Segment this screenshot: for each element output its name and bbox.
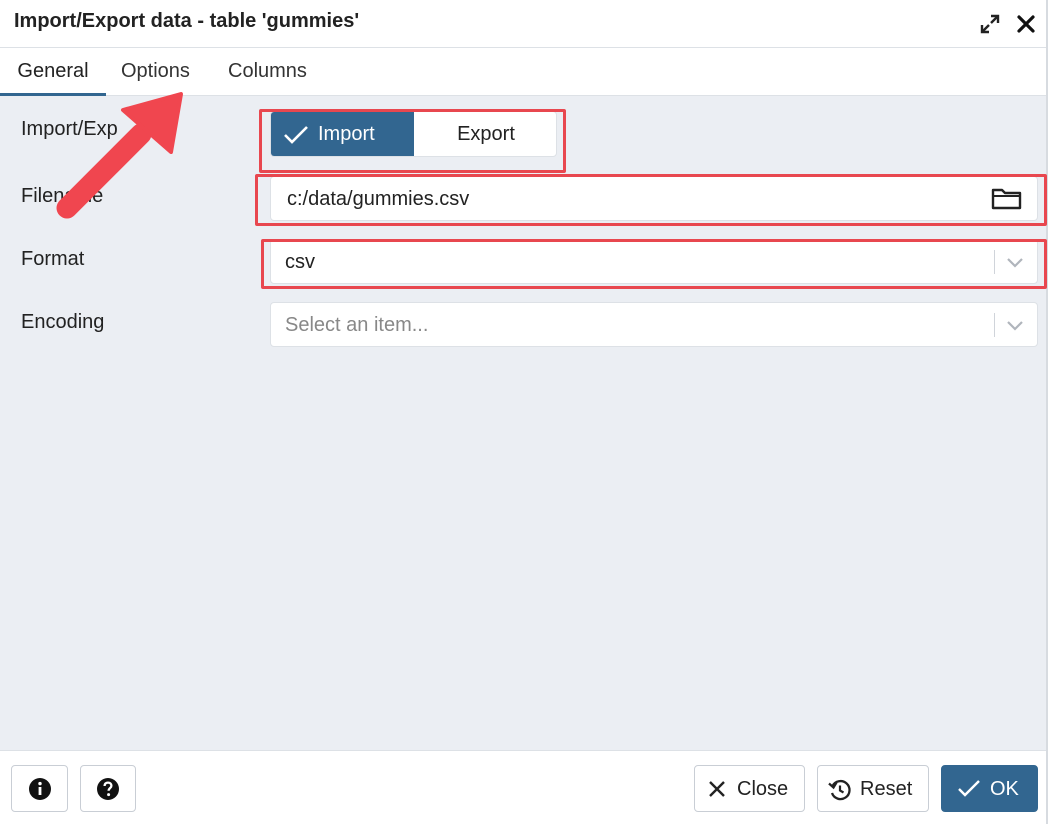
- reset-icon: [828, 779, 851, 801]
- dialog-title: Import/Export data - table 'gummies': [14, 10, 360, 32]
- close-button[interactable]: Close: [694, 765, 805, 812]
- format-label: Format: [21, 248, 85, 270]
- check-icon: [958, 780, 980, 797]
- ok-button[interactable]: OK: [941, 765, 1038, 812]
- tab-columns[interactable]: Columns: [228, 48, 307, 96]
- close-label: Close: [737, 778, 789, 800]
- help-icon: [97, 778, 119, 800]
- annotation-arrow: [56, 92, 183, 219]
- help-button[interactable]: [80, 765, 136, 812]
- encoding-select[interactable]: Select an item...: [270, 302, 1038, 347]
- import-export-dialog: Import/Export data - table 'gummies' Gen…: [0, 0, 1048, 824]
- dialog-titlebar: Import/Export data - table 'gummies': [0, 0, 1046, 48]
- reset-button[interactable]: Reset: [817, 765, 929, 812]
- select-divider: [994, 313, 995, 337]
- annotation-box-toggle: [259, 109, 566, 173]
- x-icon: [709, 781, 725, 797]
- close-icon[interactable]: [1014, 12, 1038, 36]
- annotation-box-filename: [255, 174, 1047, 226]
- info-button[interactable]: [11, 765, 68, 812]
- encoding-placeholder: Select an item...: [285, 314, 429, 336]
- info-icon: [29, 778, 51, 800]
- annotation-box-format: [261, 239, 1047, 289]
- expand-icon[interactable]: [978, 12, 1002, 36]
- ok-label: OK: [990, 778, 1019, 800]
- chevron-down-icon: [1005, 316, 1025, 340]
- reset-label: Reset: [860, 778, 913, 800]
- encoding-label: Encoding: [21, 311, 105, 333]
- dialog-footer: Close Reset OK: [0, 750, 1046, 824]
